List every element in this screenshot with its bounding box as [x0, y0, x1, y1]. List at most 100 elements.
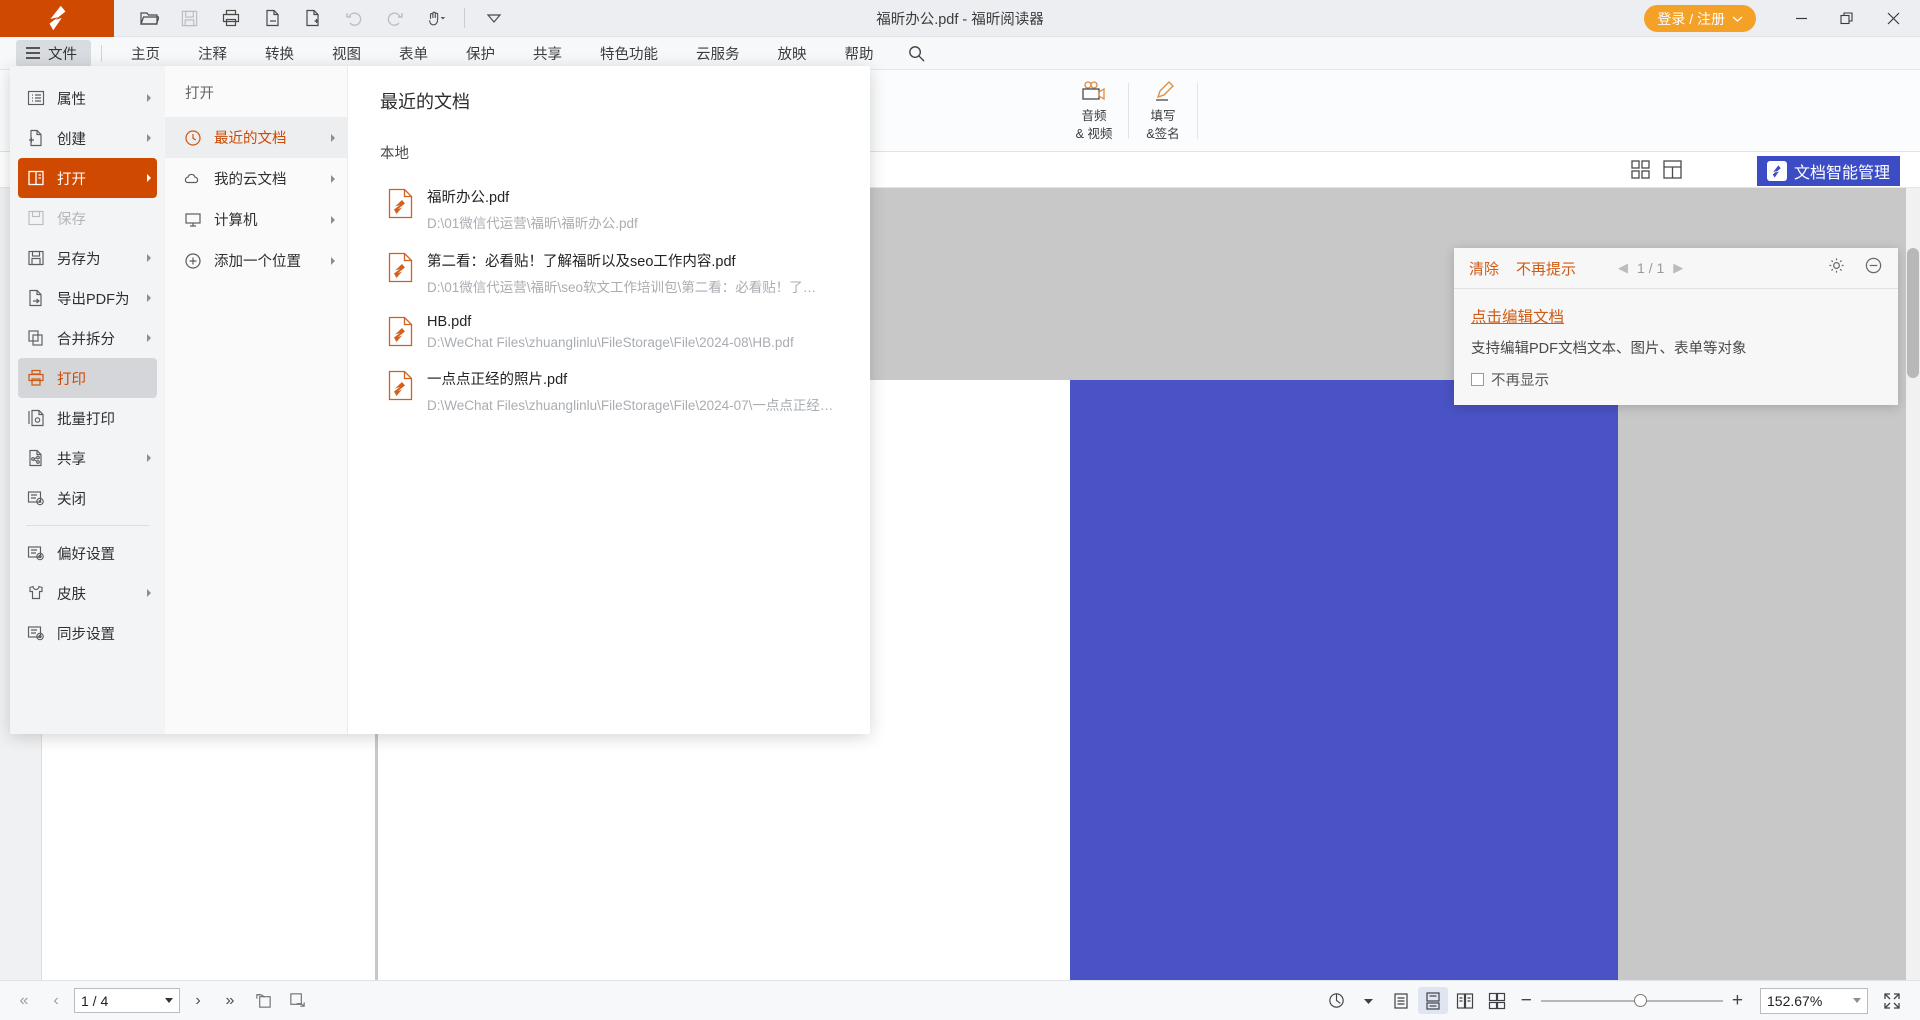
backstage-item-export-pdf[interactable]: 导出PDF为: [18, 278, 157, 318]
rotate-left-icon[interactable]: [248, 987, 278, 1015]
tab-share[interactable]: 共享: [514, 37, 581, 70]
new-from-file-icon[interactable]: [251, 0, 292, 37]
preferences-icon: [26, 544, 45, 563]
backstage-item-open[interactable]: 打开: [18, 158, 157, 198]
print-icon[interactable]: [210, 0, 251, 37]
backstage-menu-divider: [26, 525, 149, 526]
open-source-my-cloud[interactable]: 我的云文档: [165, 158, 347, 199]
gear-icon[interactable]: [1827, 256, 1846, 280]
app-logo: [0, 0, 114, 37]
login-register-button[interactable]: 登录 / 注册: [1644, 5, 1756, 32]
rotate-right-icon[interactable]: [282, 987, 312, 1015]
recent-documents-title: 最近的文档: [380, 92, 470, 112]
open-source-computer[interactable]: 计算机: [165, 199, 347, 240]
pdf-file-icon: [388, 370, 413, 401]
audio-video-label-2: & 视频: [1075, 127, 1113, 141]
customize-toolbar-icon[interactable]: [473, 0, 514, 37]
fullscreen-icon[interactable]: [1876, 987, 1908, 1015]
grid-view-icon[interactable]: [1629, 158, 1652, 181]
last-page-icon[interactable]: »: [216, 987, 244, 1015]
backstage-item-label: 打印: [57, 371, 86, 388]
view-mode-icons: [1629, 158, 1684, 181]
close-button[interactable]: [1870, 0, 1916, 37]
status-bar: « ‹ 1 / 4 › » − + 152.67%: [0, 980, 1920, 1020]
open-source-recent-documents[interactable]: 最近的文档: [165, 117, 347, 158]
backstage-item-print[interactable]: 打印: [18, 358, 157, 398]
backstage-item-share[interactable]: 共享: [18, 438, 157, 478]
tab-cloud-service[interactable]: 云服务: [677, 37, 759, 70]
zoom-slider-handle[interactable]: [1633, 994, 1647, 1007]
new-blank-icon[interactable]: [292, 0, 333, 37]
backstage-item-properties[interactable]: 属性: [18, 78, 157, 118]
edit-tip-link[interactable]: 点击编辑文档: [1471, 305, 1564, 327]
list-item[interactable]: HB.pdf D:\WeChat Files\zhuanglinlu\FileS…: [380, 305, 870, 359]
undo-icon[interactable]: [333, 0, 374, 37]
page-number-input[interactable]: 1 / 4: [74, 988, 180, 1013]
list-item[interactable]: 第二看：必看贴！了解福昕以及seo工作内容.pdf D:\01微信代运营\福昕\…: [380, 241, 870, 305]
tab-view[interactable]: 视图: [313, 37, 380, 70]
fill-sign-button[interactable]: 填写 &签名: [1129, 73, 1197, 149]
backstage-item-save-as[interactable]: 另存为: [18, 238, 157, 278]
list-view-icon[interactable]: [1661, 158, 1684, 181]
dont-show-again-checkbox[interactable]: 不再显示: [1471, 369, 1881, 390]
tab-file[interactable]: 文件: [16, 39, 91, 67]
vertical-scrollbar-thumb[interactable]: [1907, 248, 1919, 378]
zoom-level-input[interactable]: 152.67%: [1760, 987, 1868, 1014]
continuous-page-icon[interactable]: [1417, 987, 1448, 1014]
chevron-down-icon[interactable]: [1853, 998, 1861, 1003]
restore-button[interactable]: [1824, 0, 1870, 37]
zoom-slider[interactable]: [1540, 994, 1723, 1008]
minimize-button[interactable]: [1778, 0, 1824, 37]
save-icon[interactable]: [169, 0, 210, 37]
dont-prompt-button[interactable]: 不再提示: [1516, 258, 1576, 279]
list-item[interactable]: 一点点正经的照片.pdf D:\WeChat Files\zhuanglinlu…: [380, 359, 870, 423]
save-as-icon: [26, 249, 45, 268]
search-icon[interactable]: [893, 44, 940, 63]
tab-special-features[interactable]: 特色功能: [581, 37, 677, 70]
backstage-item-preferences[interactable]: 偏好设置: [18, 533, 157, 573]
backstage-item-batch-print[interactable]: 批量打印: [18, 398, 157, 438]
tab-form[interactable]: 表单: [380, 37, 447, 70]
clear-tips-button[interactable]: 清除: [1469, 258, 1499, 279]
hand-tool-icon[interactable]: [415, 0, 456, 37]
tab-convert[interactable]: 转换: [246, 37, 313, 70]
zoom-out-button[interactable]: −: [1514, 990, 1539, 1012]
tab-slideshow[interactable]: 放映: [759, 37, 826, 70]
single-page-icon[interactable]: [1386, 987, 1416, 1014]
triangle-left-icon[interactable]: ◀: [1618, 260, 1628, 276]
redo-icon[interactable]: [374, 0, 415, 37]
next-page-icon[interactable]: ›: [184, 987, 212, 1015]
triangle-right-icon[interactable]: ▶: [1673, 260, 1683, 276]
fill-sign-label-1: 填写: [1150, 109, 1176, 123]
prev-page-icon[interactable]: ‹: [42, 987, 70, 1015]
save-icon: [26, 209, 45, 228]
backstage-item-create[interactable]: 创建: [18, 118, 157, 158]
audio-video-button[interactable]: 音频 & 视频: [1060, 73, 1128, 149]
open-source-add-place[interactable]: 添加一个位置: [165, 240, 347, 281]
backstage-item-skin[interactable]: 皮肤: [18, 573, 157, 613]
minus-circle-icon[interactable]: [1864, 256, 1883, 280]
reading-mode-dropdown-icon[interactable]: [1354, 987, 1384, 1015]
ai-banner-label: 文档智能管理: [1793, 165, 1890, 182]
vertical-scrollbar[interactable]: [1906, 188, 1920, 980]
ribbon-tool-divider-2: [1197, 83, 1198, 139]
tab-comment[interactable]: 注释: [179, 37, 246, 70]
backstage-item-merge-split[interactable]: 合并拆分: [18, 318, 157, 358]
hamburger-icon: [26, 47, 40, 59]
backstage-item-close[interactable]: 关闭: [18, 478, 157, 518]
chevron-down-icon[interactable]: [165, 998, 173, 1003]
zoom-in-button[interactable]: +: [1725, 990, 1750, 1012]
two-page-icon[interactable]: [1450, 987, 1480, 1014]
reading-mode-icon[interactable]: [1322, 987, 1352, 1015]
list-item[interactable]: 福昕办公.pdf D:\01微信代运营\福昕\福昕办公.pdf: [380, 177, 870, 241]
tab-protect[interactable]: 保护: [447, 37, 514, 70]
open-icon[interactable]: [128, 0, 169, 37]
cloud-icon: [183, 169, 202, 188]
backstage-item-sync-settings[interactable]: 同步设置: [18, 613, 157, 653]
tab-help[interactable]: 帮助: [826, 37, 893, 70]
tab-home[interactable]: 主页: [112, 37, 179, 70]
checkbox-box[interactable]: [1471, 373, 1484, 386]
ai-document-management-banner[interactable]: 文档智能管理: [1756, 156, 1900, 186]
two-page-continuous-icon[interactable]: [1482, 987, 1512, 1014]
first-page-icon[interactable]: «: [10, 987, 38, 1015]
